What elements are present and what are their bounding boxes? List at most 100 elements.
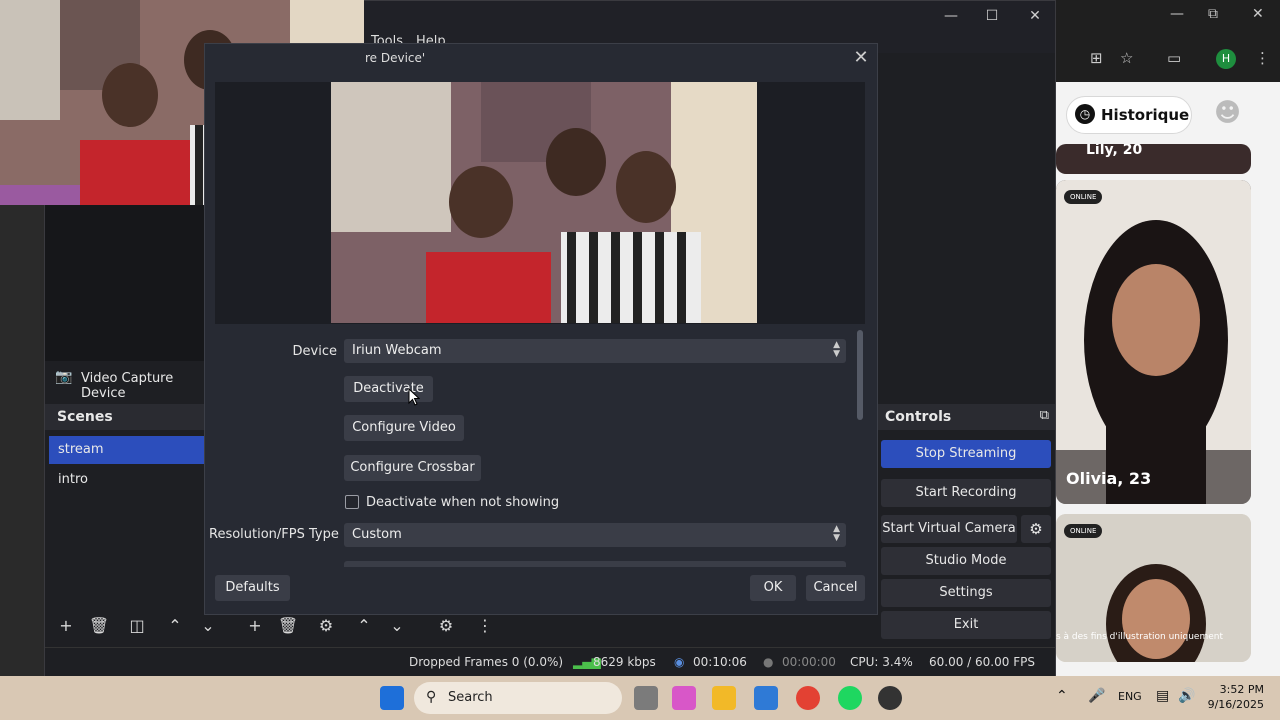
user-icon[interactable]: ☻ — [1214, 98, 1242, 128]
webcam-preview — [331, 82, 757, 323]
move-up-icon[interactable]: ⌃ — [164, 615, 186, 637]
mixer-settings-icon[interactable]: ⚙ — [435, 615, 457, 637]
configure-crossbar-button[interactable]: Configure Crossbar — [344, 455, 481, 481]
fps: 60.00 / 60.00 FPS — [929, 655, 1035, 669]
source-preview — [215, 82, 865, 324]
dialog-titlebar: re Device' ✕ — [205, 44, 877, 72]
browser-window: — ⧉ ✕ ⊞ ☆ ▭ H ⋮ ◷ Historique ☻ Lily, 20 … — [1056, 0, 1280, 676]
gear-icon[interactable]: ⚙ — [315, 615, 337, 637]
search-label: Search — [448, 690, 493, 705]
minimize-icon[interactable]: — — [1170, 6, 1184, 22]
online-badge: ONLINE — [1064, 190, 1103, 204]
microphone-icon[interactable]: 🎤 — [1088, 688, 1105, 704]
chevron-updown-icon: ▲ ▼ — [833, 524, 840, 543]
star-icon[interactable]: ☆ — [1120, 49, 1133, 67]
filter-icon[interactable]: ◫ — [126, 615, 148, 637]
controls-header: Controls ⧉ — [877, 404, 1055, 430]
close-icon[interactable]: ✕ — [1025, 7, 1045, 25]
bitrate: 8629 kbps — [593, 655, 656, 669]
controls-title: Controls — [885, 409, 952, 425]
close-icon[interactable]: ✕ — [1252, 6, 1264, 22]
exit-button[interactable]: Exit — [881, 611, 1051, 639]
historique-button[interactable]: ◷ Historique — [1066, 96, 1192, 134]
extensions-icon[interactable]: ▭ — [1167, 49, 1181, 67]
task-view-icon[interactable] — [634, 686, 658, 710]
remove-source-icon[interactable]: 🗑 — [277, 615, 299, 637]
file-explorer-icon[interactable] — [712, 686, 736, 710]
scene-label: stream — [58, 442, 104, 457]
profile-photo — [1056, 180, 1251, 504]
move-down-icon[interactable]: ⌄ — [197, 615, 219, 637]
add-icon[interactable]: + — [55, 615, 77, 637]
deactivate-when-not-showing-checkbox[interactable] — [345, 495, 359, 509]
close-icon[interactable]: ✕ — [851, 48, 871, 68]
resolution-select[interactable]: Custom ▲ ▼ — [344, 523, 846, 547]
volume-icon[interactable]: 🔊 — [1178, 688, 1195, 704]
source-up-icon[interactable]: ⌃ — [353, 615, 375, 637]
scene-label: intro — [58, 472, 88, 487]
taskbar-search[interactable]: ⚲ Search — [414, 682, 622, 714]
historique-label: Historique — [1101, 106, 1190, 124]
properties-dialog: re Device' ✕ Device Iriun Webcam ▲ ▼ Dea… — [204, 43, 878, 615]
dock-toolbar: + 🗑 ◫ ⌃ ⌄ + 🗑 ⚙ ⌃ ⌄ ⚙ ⋮ — [45, 611, 695, 641]
source-label: Video Capture Device — [81, 371, 174, 401]
chrome-icon[interactable] — [796, 686, 820, 710]
maximize-icon[interactable]: ☐ — [982, 7, 1002, 25]
settings-button[interactable]: Settings — [881, 579, 1051, 607]
spotify-icon[interactable] — [838, 686, 862, 710]
more-options-icon[interactable]: ⋮ — [474, 615, 496, 637]
streaming-icon: ◉ — [674, 655, 685, 669]
store-icon[interactable] — [754, 686, 778, 710]
defaults-button[interactable]: Defaults — [215, 575, 290, 601]
dialog-scrollbar[interactable] — [857, 330, 863, 420]
cpu-usage: CPU: 3.4% — [850, 655, 913, 669]
profile-card-olivia[interactable]: ONLINE Olivia, 23 — [1056, 180, 1251, 504]
cancel-button[interactable]: Cancel — [806, 575, 865, 601]
trash-icon[interactable]: 🗑 — [88, 615, 110, 637]
minimize-icon[interactable]: — — [941, 7, 961, 25]
device-label: Device — [292, 344, 337, 359]
browser-toolbar: — ⧉ ✕ ⊞ ☆ ▭ H ⋮ — [1056, 0, 1280, 82]
source-down-icon[interactable]: ⌄ — [386, 615, 408, 637]
next-field-partial — [344, 561, 846, 567]
install-app-icon[interactable]: ⊞ — [1090, 49, 1103, 67]
add-source-icon[interactable]: + — [244, 615, 266, 637]
virtual-camera-gear-icon[interactable]: ⚙ — [1021, 515, 1051, 543]
profile-card-partial[interactable]: Lily, 20 — [1056, 144, 1251, 174]
device-value: Iriun Webcam — [352, 343, 442, 358]
copilot-icon[interactable] — [672, 686, 696, 710]
stream-time: 00:10:06 — [693, 655, 747, 669]
device-select[interactable]: Iriun Webcam ▲ ▼ — [344, 339, 846, 363]
clock[interactable]: 3:52 PM 9/16/2025 — [1200, 682, 1264, 712]
disclaimer-text: s à des fins d'illustration uniquement — [1056, 632, 1223, 642]
dialog-title: re Device' — [365, 51, 426, 65]
studio-mode-button[interactable]: Studio Mode — [881, 547, 1051, 575]
network-icon[interactable]: ▤ — [1156, 688, 1169, 704]
ok-button[interactable]: OK — [750, 575, 796, 601]
resolution-value: Custom — [352, 527, 402, 542]
online-badge: ONLINE — [1064, 524, 1103, 538]
record-time: 00:00:00 — [782, 655, 836, 669]
taskbar: ⚲ Search ⌃ 🎤 ENG ▤ 🔊 3:52 PM 9/16/2025 — [0, 676, 1280, 720]
start-recording-button[interactable]: Start Recording — [881, 479, 1051, 507]
start-virtual-camera-button[interactable]: Start Virtual Camera — [881, 515, 1017, 543]
profile-avatar[interactable]: H — [1216, 49, 1236, 69]
obs-icon[interactable] — [878, 686, 902, 710]
windows-start-icon[interactable] — [380, 686, 404, 710]
chevron-up-icon[interactable]: ⌃ — [1056, 688, 1068, 704]
source-label-row: 📷 Video Capture Device — [45, 364, 205, 401]
configure-video-button[interactable]: Configure Video — [344, 415, 464, 441]
clock-icon: ◷ — [1075, 104, 1095, 124]
restore-icon[interactable]: ⧉ — [1208, 6, 1218, 22]
language-indicator[interactable]: ENG — [1118, 690, 1142, 703]
resolution-label: Resolution/FPS Type — [209, 527, 339, 542]
kebab-menu-icon[interactable]: ⋮ — [1255, 49, 1270, 67]
stop-streaming-button[interactable]: Stop Streaming — [881, 440, 1051, 468]
profile-name: Olivia, 23 — [1066, 469, 1152, 488]
undock-icon[interactable]: ⧉ — [1040, 408, 1049, 423]
scene-item-stream[interactable]: stream — [49, 436, 205, 464]
scene-item-intro[interactable]: intro — [49, 466, 205, 494]
date: 9/16/2025 — [1207, 698, 1264, 711]
chevron-updown-icon: ▲ ▼ — [833, 340, 840, 359]
dropped-frames: Dropped Frames 0 (0.0%) — [409, 655, 564, 669]
